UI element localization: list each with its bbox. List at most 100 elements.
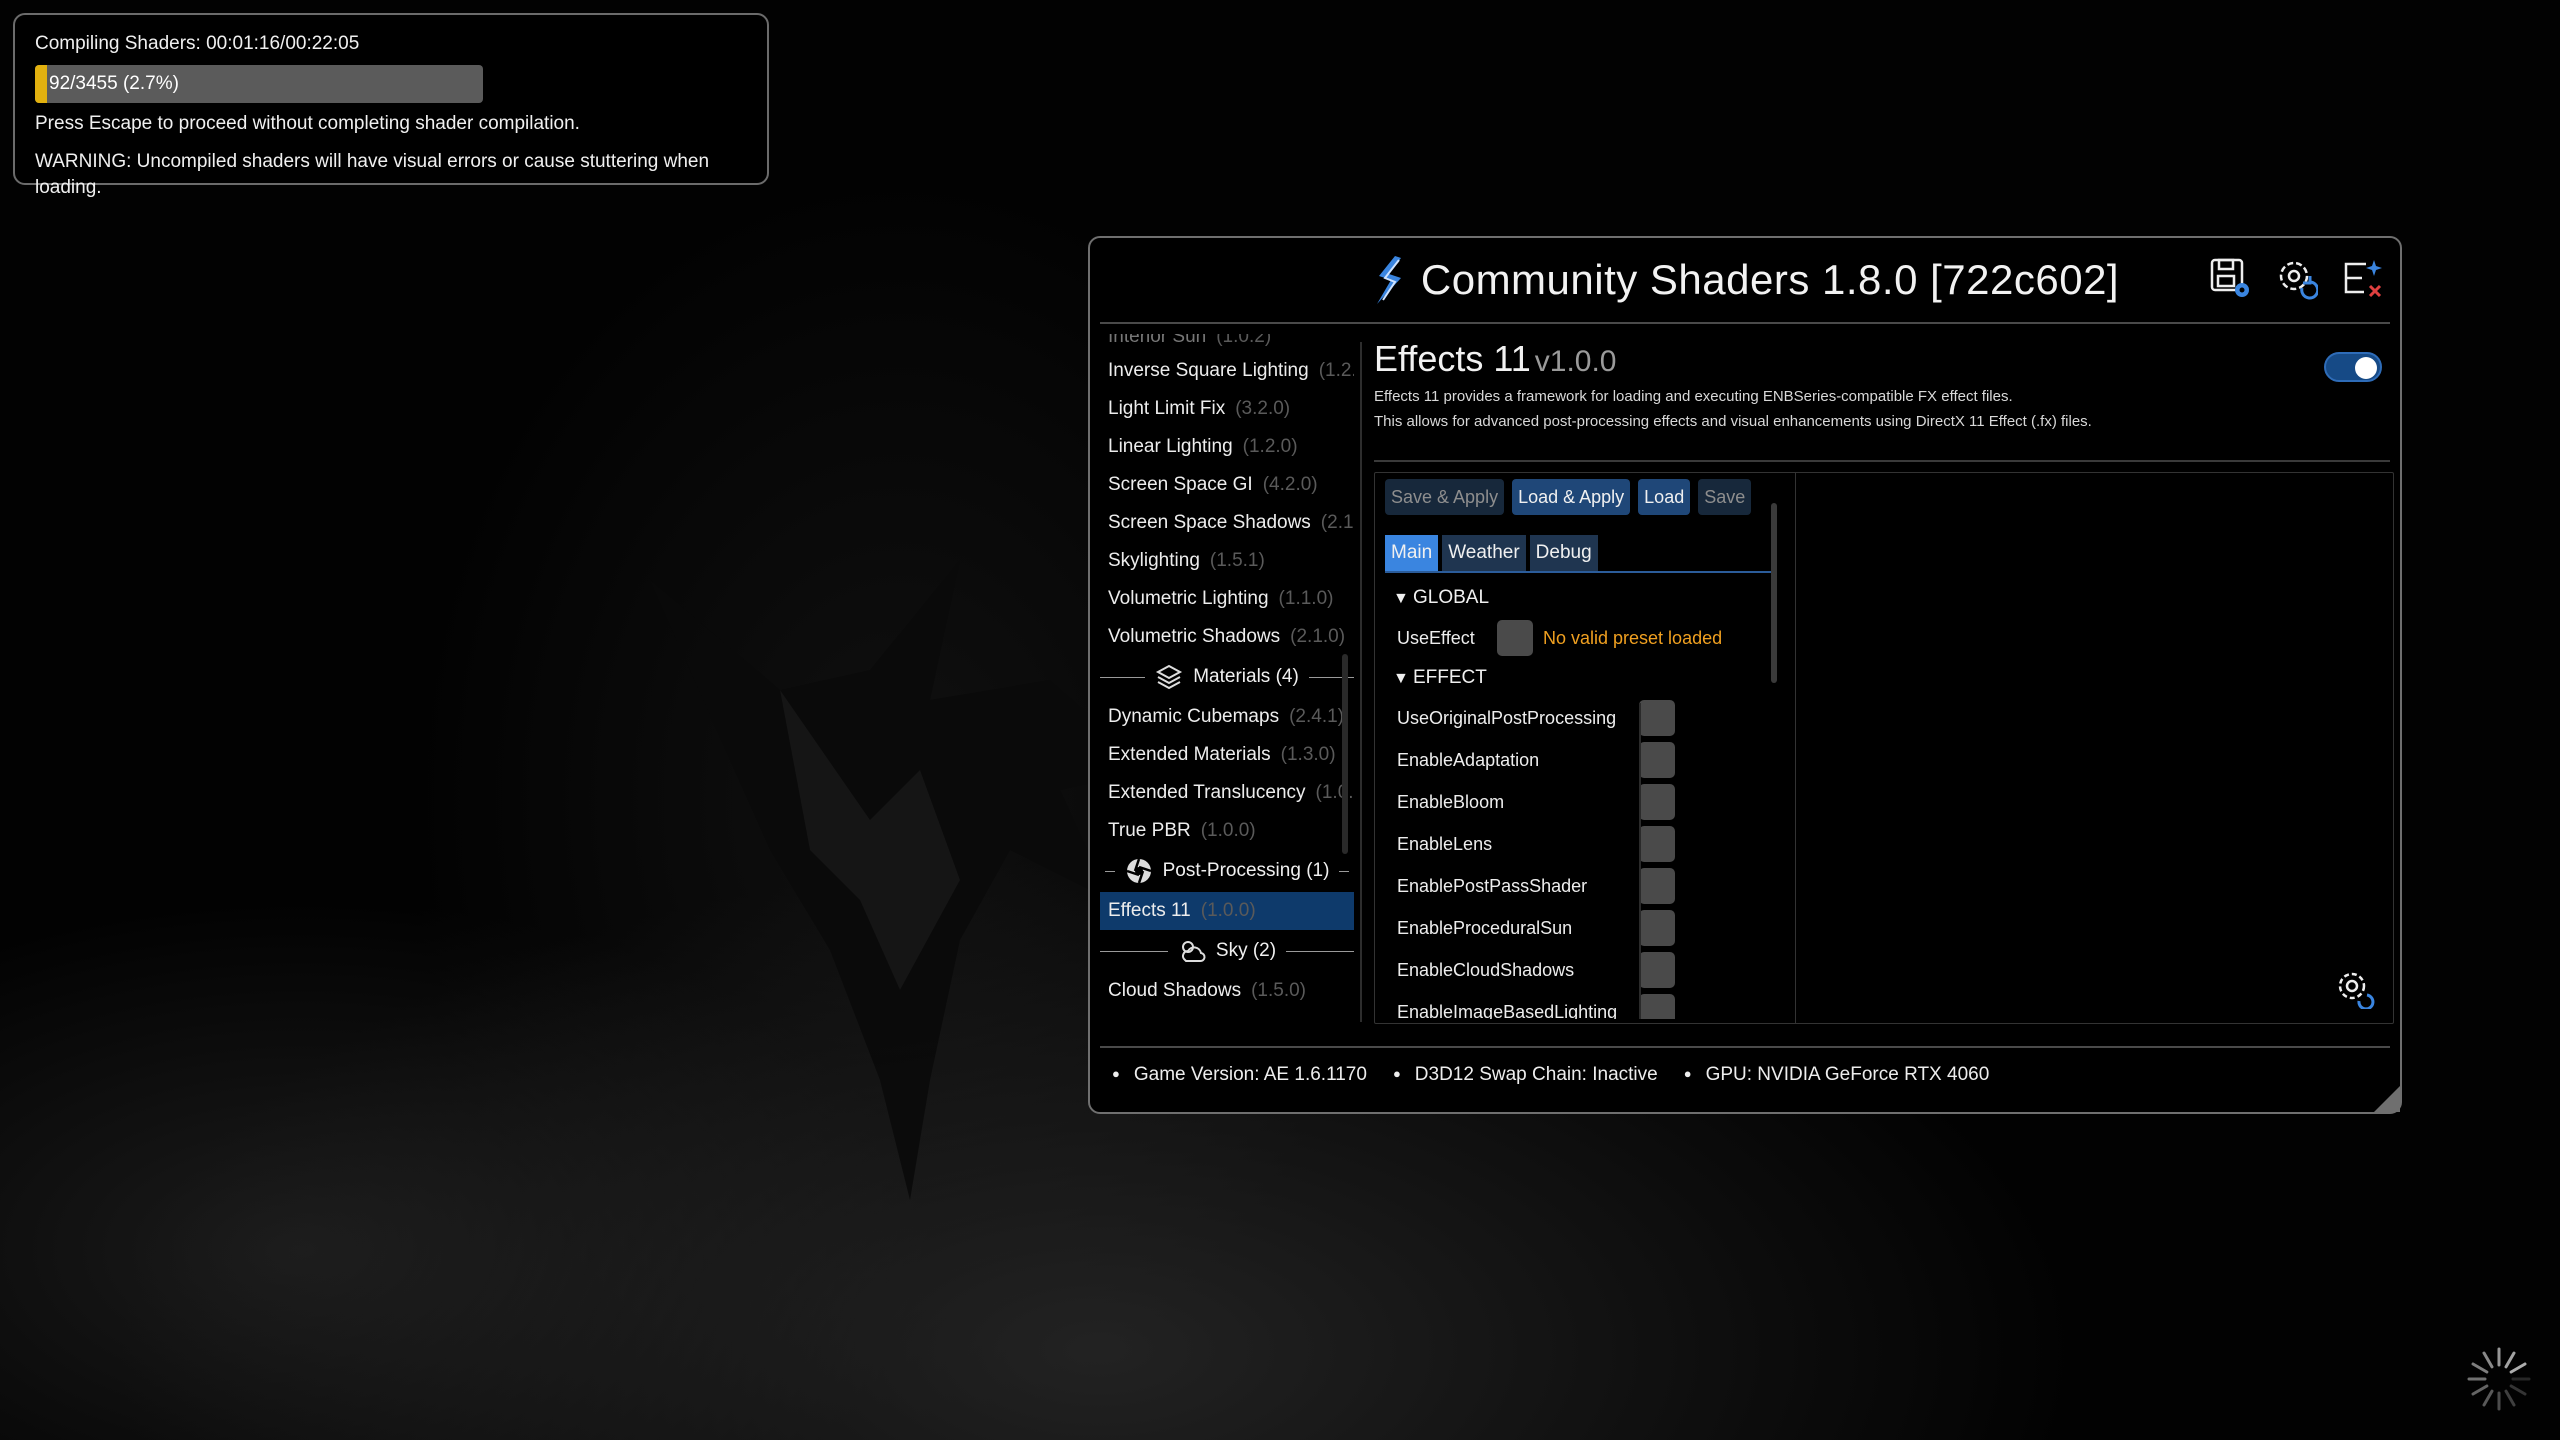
spinner-ray: [2509, 1362, 2527, 1374]
list-item[interactable]: Screen Space GI (4.2.0): [1100, 466, 1354, 504]
list-item[interactable]: Screen Space Shadows (2.1.0): [1100, 504, 1354, 542]
effect-option-row: EnableCloudShadows: [1385, 949, 1785, 991]
effect-option-label: EnableProceduralSun: [1397, 917, 1573, 938]
list-item[interactable]: Volumetric Shadows (2.1.0): [1100, 618, 1354, 656]
effect-option-row: EnableLens: [1385, 823, 1785, 865]
list-item-version: (1.2.1): [1318, 360, 1354, 381]
list-item-label: Dynamic Cubemaps: [1108, 706, 1280, 727]
community-shaders-logo-icon: [1376, 256, 1401, 304]
status-footer: Game Version: AE 1.6.1170 D3D12 Swap Cha…: [1112, 1064, 1989, 1086]
effect-option-label: EnableAdaptation: [1397, 749, 1540, 770]
advanced-settings-icon[interactable]: [2333, 967, 2375, 1009]
save-apply-button[interactable]: Save & Apply: [1385, 479, 1505, 515]
feature-list-scrollbar[interactable]: [1342, 654, 1348, 854]
footer-separator: [1100, 1046, 2390, 1048]
spinner-ray: [2471, 1384, 2489, 1396]
spinner-ray: [2504, 1351, 2516, 1369]
aperture-icon: [1126, 858, 1151, 884]
save-button[interactable]: Save: [1698, 479, 1752, 515]
list-item-label: Volumetric Lighting: [1108, 588, 1269, 609]
preset-warning: No valid preset loaded: [1543, 627, 1723, 648]
list-item-version: (1.5.0): [1251, 980, 1307, 1001]
tab-main[interactable]: Main: [1385, 535, 1439, 571]
list-item[interactable]: Dynamic Cubemaps (2.4.1): [1100, 698, 1354, 736]
effect-option-label: EnablePostPassShader: [1397, 875, 1588, 896]
feature-list[interactable]: Interior Sun (1.0.2) Inverse Square Light…: [1100, 334, 1354, 1026]
list-item-label: Cloud Shadows: [1108, 980, 1242, 1001]
settings-list[interactable]: ▼ GLOBAL UseEffect No valid preset loaded…: [1385, 579, 1785, 1019]
list-item[interactable]: True PBR (1.0.0): [1100, 812, 1354, 850]
effect-option-checkbox[interactable]: [1639, 910, 1675, 946]
list-item-label: Inverse Square Lighting: [1108, 360, 1309, 381]
effect-option-checkbox[interactable]: [1639, 952, 1675, 988]
window-title-bar[interactable]: Community Shaders 1.8.0 [722c602]: [1090, 250, 2400, 310]
list-item[interactable]: Skylighting (1.5.1): [1100, 542, 1354, 580]
pane-divider: [1360, 342, 1362, 1022]
effect-option-checkbox[interactable]: [1639, 700, 1675, 736]
feature-title: Effects 11 v1.0.0: [1374, 338, 1617, 379]
compile-progress-fill: [35, 65, 48, 103]
list-item[interactable]: Interior Sun (1.0.2): [1100, 334, 1354, 352]
list-item[interactable]: Extended Translucency (1.0.0): [1100, 774, 1354, 812]
compile-status: Compiling Shaders: 00:01:16/00:22:05: [35, 33, 360, 54]
list-item-version: (1.5.1): [1209, 550, 1265, 571]
category-post-processing[interactable]: Post-Processing (1): [1100, 850, 1354, 892]
list-item[interactable]: Cloud Shadows (1.5.0): [1100, 972, 1354, 1010]
settings-scrollbar[interactable]: [1771, 503, 1777, 683]
list-item-label: Light Limit Fix: [1108, 398, 1226, 419]
list-item[interactable]: Extended Materials (1.3.0): [1100, 736, 1354, 774]
section-global-header[interactable]: ▼ GLOBAL: [1385, 579, 1785, 617]
list-item-label: Extended Translucency: [1108, 782, 1306, 803]
load-button[interactable]: Load: [1638, 479, 1691, 515]
load-apply-button[interactable]: Load & Apply: [1512, 479, 1631, 515]
swap-chain-status: D3D12 Swap Chain: Inactive: [1393, 1064, 1658, 1086]
effect-option-label: EnableBloom: [1397, 791, 1505, 812]
list-item-version: (2.4.1): [1289, 706, 1344, 727]
effect-option-checkbox[interactable]: [1639, 742, 1675, 778]
use-effect-row: UseEffect No valid preset loaded: [1385, 617, 1785, 659]
list-item-version: (4.2.0): [1262, 474, 1318, 495]
effect-option-row: EnableAdaptation: [1385, 739, 1785, 781]
effect-option-row: EnablePostPassShader: [1385, 865, 1785, 907]
effect-option-checkbox[interactable]: [1639, 868, 1675, 904]
tab-debug[interactable]: Debug: [1529, 535, 1598, 571]
sky-cloud-icon: [1181, 941, 1206, 962]
list-item-version: (1.0.0): [1315, 782, 1354, 803]
spinner-ray: [2509, 1384, 2527, 1396]
list-item[interactable]: Volumetric Lighting (1.1.0): [1100, 580, 1354, 618]
clear-cache-icon[interactable]: [2340, 256, 2384, 300]
tab-weather[interactable]: Weather: [1442, 535, 1526, 571]
feature-enable-toggle[interactable]: [2324, 352, 2382, 382]
effect-option-checkbox[interactable]: [1639, 784, 1675, 820]
list-item[interactable]: Light Limit Fix (3.2.0): [1100, 390, 1354, 428]
game-version: Game Version: AE 1.6.1170: [1112, 1064, 1367, 1086]
resize-grip-icon[interactable]: [2374, 1086, 2400, 1112]
panel-divider: [1795, 473, 1796, 1023]
shader-compile-overlay: Compiling Shaders: 00:01:16/00:22:05 92/…: [13, 13, 769, 198]
effect-option-checkbox[interactable]: [1639, 826, 1675, 862]
compile-warning: WARNING: Uncompiled shaders will have vi…: [35, 151, 710, 198]
effect-option-row: EnableProceduralSun: [1385, 907, 1785, 949]
category-materials[interactable]: Materials (4): [1100, 656, 1354, 698]
collapse-arrow-icon: ▼: [1393, 590, 1409, 607]
list-item-label: Volumetric Shadows: [1108, 626, 1281, 647]
list-item-version: (2.1.0): [1290, 626, 1346, 647]
section-effect-header[interactable]: ▼ EFFECT: [1385, 659, 1785, 697]
category-sky[interactable]: Sky (2): [1100, 930, 1354, 972]
content-separator: [1374, 460, 2390, 462]
list-item-label: True PBR: [1108, 820, 1191, 841]
list-item[interactable]: Inverse Square Lighting (1.2.1): [1100, 352, 1354, 390]
title-separator: [1100, 322, 2390, 324]
list-item-effects-11[interactable]: Effects 11 (1.0.0): [1100, 892, 1354, 930]
list-item[interactable]: Linear Lighting (1.2.0): [1100, 428, 1354, 466]
effect-option-row: EnableBloom: [1385, 781, 1785, 823]
effect-option-checkbox[interactable]: [1639, 994, 1675, 1019]
feature-content: Effects 11 v1.0.0 Effects 11 provides a f…: [1374, 338, 2394, 1028]
list-item-version: (1.3.0): [1280, 744, 1336, 765]
community-shaders-window[interactable]: Community Shaders 1.8.0 [722c602] Interi…: [1088, 236, 2402, 1114]
reload-settings-icon[interactable]: [2274, 256, 2318, 300]
save-settings-icon[interactable]: [2208, 256, 2252, 300]
spinner-ray: [2471, 1362, 2489, 1374]
loading-spinner-icon: [2467, 1347, 2531, 1411]
use-effect-checkbox[interactable]: [1497, 620, 1533, 656]
